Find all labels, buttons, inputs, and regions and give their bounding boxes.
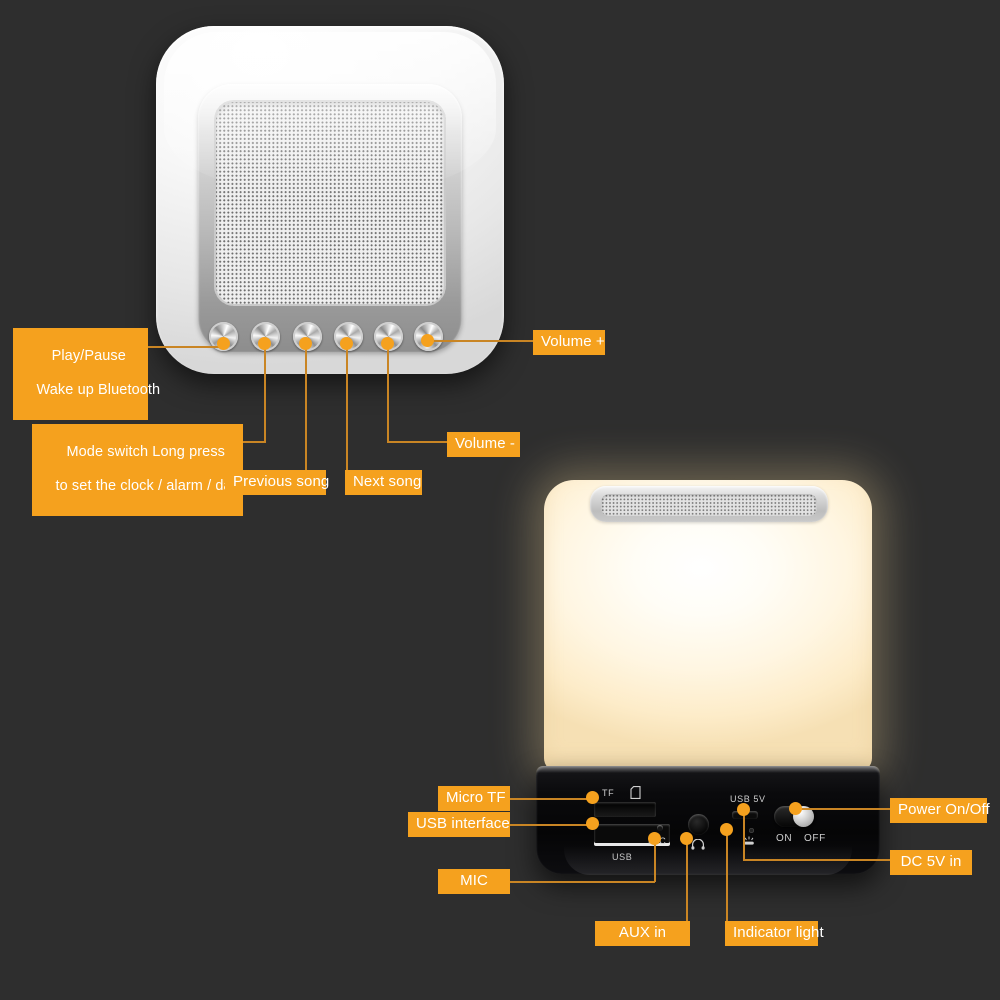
callout-previous-song[interactable]: Previous song — [225, 470, 329, 495]
lamp-speaker-grille — [590, 486, 828, 522]
infographic-canvas: TF USB MIC USB 5V — [0, 0, 1000, 1000]
speaker-bezel — [198, 84, 462, 352]
callout-mode-switch[interactable]: Mode switch Long press to set the clock … — [32, 424, 244, 516]
anchor-dot-mic — [648, 832, 661, 845]
callout-next-song[interactable]: Next song — [345, 470, 422, 495]
switch-label-off: OFF — [804, 833, 826, 844]
leader-micro-tf — [510, 798, 596, 800]
leader-mic-v — [654, 840, 656, 882]
bluetooth-speaker-top-view — [156, 26, 504, 374]
callout-play-pause[interactable]: Play/Pause Wake up Bluetooth — [13, 328, 160, 420]
anchor-dot-mode-switch — [258, 337, 271, 350]
leader-mode-switch-v — [264, 346, 266, 442]
leader-mode-switch-h — [242, 441, 266, 443]
leader-previous-song — [305, 346, 307, 472]
lamp-diffuser-body — [544, 480, 872, 772]
leader-aux-in — [686, 840, 688, 922]
callout-volume-down[interactable]: Volume - — [447, 432, 520, 457]
anchor-dot-previous-song — [299, 337, 312, 350]
leader-power-on-off — [800, 808, 892, 810]
callout-mic[interactable]: MIC — [438, 869, 510, 894]
leader-play-pause — [148, 346, 226, 348]
mic-hole — [657, 825, 663, 831]
indicator-led — [749, 828, 754, 833]
port-label-tf: TF — [602, 788, 615, 798]
leader-indicator-light — [726, 832, 728, 922]
callout-play-pause-line2: Wake up Bluetooth — [36, 382, 161, 398]
anchor-dot-aux-in — [680, 832, 693, 845]
callout-mode-switch-line2: to set the clock / alarm / date — [55, 478, 244, 494]
anchor-dot-volume-down — [381, 337, 394, 350]
anchor-dot-volume-up — [421, 334, 434, 347]
callout-play-pause-line1: Play/Pause — [51, 348, 126, 364]
anchor-dot-power-on-off — [789, 802, 802, 815]
aux-in-jack[interactable] — [688, 814, 709, 835]
callout-aux-in[interactable]: AUX in — [595, 921, 690, 946]
leader-volume-down-v — [387, 346, 389, 442]
micro-tf-slot[interactable] — [594, 802, 656, 817]
speaker-grille-mesh — [214, 100, 446, 306]
callout-mode-switch-line1: Mode switch Long press — [66, 444, 226, 460]
callout-usb-interface[interactable]: USB interface — [408, 812, 510, 837]
callout-volume-up[interactable]: Volume + — [533, 330, 605, 355]
anchor-dot-micro-tf — [586, 791, 599, 804]
touch-lamp-bluetooth-speaker: TF USB MIC USB 5V — [504, 452, 912, 886]
anchor-dot-usb-interface — [586, 817, 599, 830]
anchor-dot-next-song — [340, 337, 353, 350]
anchor-dot-play-pause — [217, 337, 230, 350]
callout-indicator-light[interactable]: Indicator light — [725, 921, 824, 946]
port-label-usb-5v: USB 5V — [730, 794, 766, 804]
headphone-icon — [691, 839, 705, 850]
callout-dc-5v-in[interactable]: DC 5V in — [890, 850, 972, 875]
sdcard-icon — [630, 786, 641, 799]
anchor-dot-dc-5v — [737, 803, 750, 816]
leader-volume-up — [432, 340, 534, 342]
port-label-usb: USB — [612, 852, 633, 862]
leader-dc-5v-v — [743, 812, 745, 860]
leader-dc-5v-h — [743, 859, 891, 861]
switch-label-on: ON — [776, 833, 793, 844]
leader-volume-down-h — [387, 441, 448, 443]
anchor-dot-indicator-light — [720, 823, 733, 836]
callout-micro-tf[interactable]: Micro TF — [438, 786, 510, 811]
leader-usb-interface — [510, 824, 596, 826]
callout-power-on-off[interactable]: Power On/Off — [890, 798, 990, 823]
leader-next-song — [346, 346, 348, 472]
leader-mic-h — [510, 881, 655, 883]
